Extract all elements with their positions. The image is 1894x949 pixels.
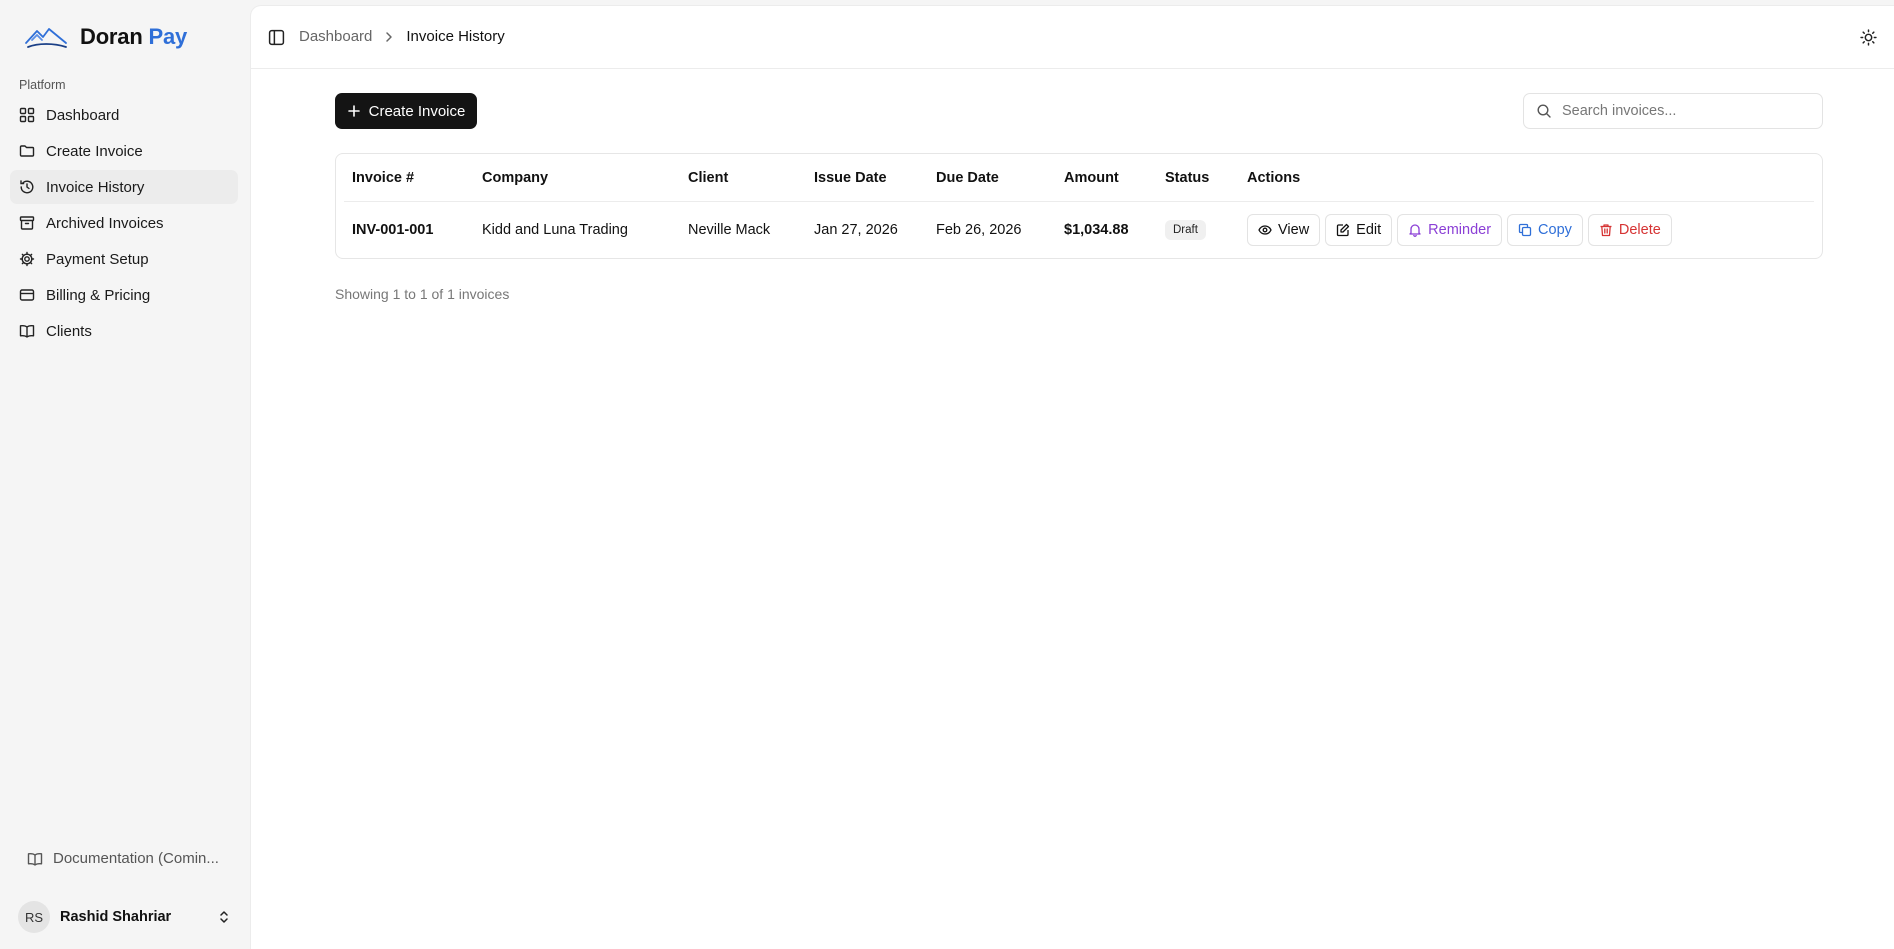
sidebar-item-payment-setup[interactable]: Payment Setup bbox=[10, 242, 238, 276]
folder-icon bbox=[19, 145, 35, 157]
column-header-invoice: Invoice # bbox=[352, 169, 415, 186]
cell-company: Kidd and Luna Trading bbox=[482, 222, 628, 238]
cell-amount: $1,034.88 bbox=[1064, 222, 1129, 238]
chevron-right-icon bbox=[386, 31, 393, 42]
brand[interactable]: Doran Pay bbox=[24, 22, 187, 52]
bell-icon bbox=[1409, 224, 1421, 237]
gear-icon bbox=[19, 251, 35, 267]
status-badge: Draft bbox=[1165, 220, 1206, 240]
view-button[interactable]: View bbox=[1247, 214, 1321, 246]
user-menu[interactable]: RS Rashid Shahriar bbox=[18, 900, 232, 934]
view-label: View bbox=[1278, 222, 1310, 238]
edit-icon bbox=[1337, 223, 1350, 237]
edit-label: Edit bbox=[1356, 222, 1382, 238]
sun-icon[interactable] bbox=[1860, 29, 1877, 46]
brand-name-accent: Pay bbox=[148, 24, 188, 49]
column-header-actions: Actions bbox=[1247, 169, 1301, 186]
eye-icon bbox=[1258, 225, 1272, 235]
edit-button[interactable]: Edit bbox=[1325, 214, 1393, 246]
sidebar-section-label: Platform bbox=[19, 78, 66, 92]
row-actions: View Edit Reminder Copy Delete bbox=[1247, 214, 1814, 246]
plus-icon bbox=[347, 105, 360, 117]
reminder-button[interactable]: Reminder bbox=[1397, 214, 1503, 246]
avatar: RS bbox=[18, 901, 50, 933]
book-open-icon bbox=[27, 852, 43, 866]
sidebar-item-create-invoice[interactable]: Create Invoice bbox=[10, 134, 238, 168]
search-box[interactable] bbox=[1523, 93, 1823, 129]
column-header-due-date: Due Date bbox=[936, 169, 999, 186]
documentation-label: Documentation (Comin... bbox=[53, 850, 219, 867]
topbar: Dashboard Invoice History bbox=[251, 6, 1894, 69]
cell-actions: View Edit Reminder Copy Delete bbox=[1239, 214, 1814, 246]
column-header-company: Company bbox=[482, 169, 549, 186]
create-invoice-button[interactable]: Create Invoice bbox=[335, 93, 477, 129]
column-header-issue-date: Issue Date bbox=[814, 169, 887, 186]
column-header-amount: Amount bbox=[1064, 169, 1119, 186]
archive-icon bbox=[19, 216, 35, 230]
create-invoice-label: Create Invoice bbox=[368, 102, 466, 120]
cell-invoice-number: INV-001-001 bbox=[352, 222, 434, 238]
user-name: Rashid Shahriar bbox=[60, 909, 172, 925]
delete-button[interactable]: Delete bbox=[1587, 214, 1672, 246]
cell-status: Draft bbox=[1157, 220, 1239, 240]
sidebar-toggle-icon[interactable] bbox=[268, 29, 285, 46]
search-icon bbox=[1537, 104, 1551, 118]
breadcrumb: Dashboard Invoice History bbox=[299, 28, 505, 45]
sidebar-item-clients[interactable]: Clients bbox=[10, 314, 238, 348]
sidebar-item-invoice-history[interactable]: Invoice History bbox=[10, 170, 238, 204]
search-input[interactable] bbox=[1562, 103, 1812, 119]
breadcrumb-dashboard[interactable]: Dashboard bbox=[299, 28, 372, 45]
sidebar-item-label: Archived Invoices bbox=[46, 214, 164, 232]
sidebar-item-archived-invoices[interactable]: Archived Invoices bbox=[10, 206, 238, 240]
copy-button[interactable]: Copy bbox=[1507, 214, 1583, 246]
main-panel: Dashboard Invoice History Create Invoice… bbox=[251, 6, 1894, 949]
sidebar-item-label: Create Invoice bbox=[46, 142, 143, 160]
invoice-table: Invoice # Company Client Issue Date Due … bbox=[335, 153, 1823, 259]
table-row[interactable]: INV-001-001 Kidd and Luna Trading Nevill… bbox=[344, 202, 1814, 258]
copy-icon bbox=[1518, 223, 1532, 237]
documentation-link[interactable]: Documentation (Comin... bbox=[27, 850, 227, 867]
cell-client: Neville Mack bbox=[688, 222, 771, 238]
sidebar-item-dashboard[interactable]: Dashboard bbox=[10, 98, 238, 132]
sidebar-item-label: Payment Setup bbox=[46, 250, 149, 268]
sidebar-item-label: Dashboard bbox=[46, 106, 120, 124]
trash-icon bbox=[1600, 224, 1612, 237]
cell-issue-date: Jan 27, 2026 bbox=[814, 222, 898, 238]
history-icon bbox=[20, 180, 34, 194]
breadcrumb-current: Invoice History bbox=[406, 28, 505, 45]
mountain-logo-icon bbox=[25, 28, 67, 48]
sidebar-item-label: Invoice History bbox=[46, 178, 145, 196]
sidebar-item-label: Clients bbox=[46, 322, 92, 340]
copy-label: Copy bbox=[1538, 222, 1572, 238]
layout-grid-icon bbox=[19, 107, 35, 123]
column-header-status: Status bbox=[1165, 169, 1210, 186]
column-header-client: Client bbox=[688, 169, 729, 186]
credit-card-icon bbox=[19, 289, 35, 301]
sidebar-nav: Dashboard Create Invoice Invoice History… bbox=[10, 98, 238, 350]
reminder-label: Reminder bbox=[1428, 222, 1492, 238]
table-header-row: Invoice # Company Client Issue Date Due … bbox=[344, 154, 1814, 202]
pagination-summary: Showing 1 to 1 of 1 invoices bbox=[335, 286, 510, 302]
cell-due-date: Feb 26, 2026 bbox=[936, 222, 1022, 238]
delete-label: Delete bbox=[1618, 222, 1661, 238]
sidebar-item-label: Billing & Pricing bbox=[46, 286, 151, 304]
chevrons-up-down-icon bbox=[220, 911, 228, 923]
brand-name: Doran Pay bbox=[80, 24, 187, 50]
sidebar-item-billing-pricing[interactable]: Billing & Pricing bbox=[10, 278, 238, 312]
book-open-icon bbox=[19, 324, 35, 338]
brand-name-main: Doran bbox=[80, 24, 143, 49]
sidebar: Doran Pay Platform Dashboard Create Invo… bbox=[0, 0, 250, 949]
